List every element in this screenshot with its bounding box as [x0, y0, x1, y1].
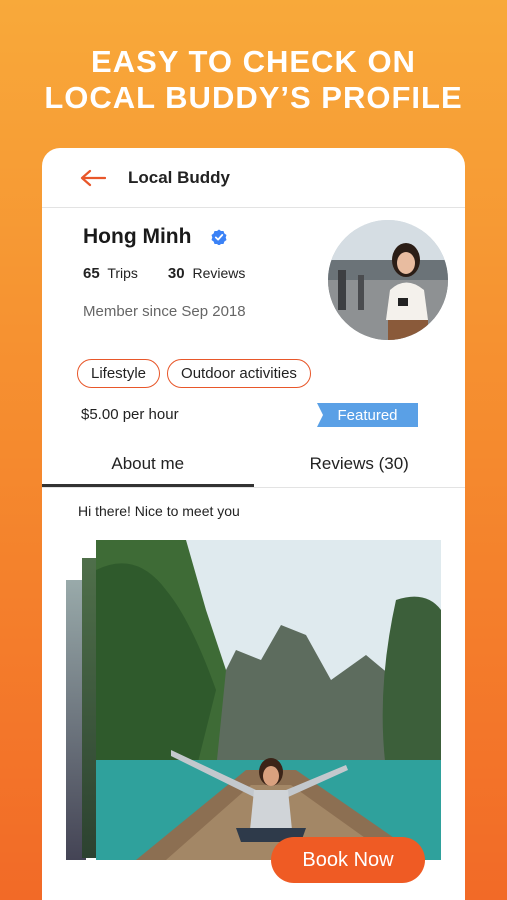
gallery-photo-image	[96, 540, 441, 860]
tab-about-me[interactable]: About me	[42, 444, 254, 487]
buddy-name: Hong Minh	[83, 225, 192, 248]
profile-card: Local Buddy Hong Minh 65 Trips 30 Review…	[42, 148, 465, 900]
member-since: Member since Sep 2018	[83, 303, 246, 320]
tab-reviews[interactable]: Reviews (30)	[254, 444, 466, 487]
gallery-photo-main[interactable]	[96, 540, 441, 860]
trips-label: Trips	[107, 265, 138, 281]
verified-badge-icon	[211, 229, 227, 245]
tag-outdoor-activities[interactable]: Outdoor activities	[167, 359, 311, 388]
name-row: Hong Minh	[83, 225, 227, 249]
reviews-stat: 30 Reviews	[168, 265, 245, 282]
tab-bar: About me Reviews (30)	[42, 444, 465, 488]
trips-count: 65	[83, 265, 100, 282]
back-arrow-icon[interactable]	[80, 169, 106, 187]
headline: EASY TO CHECK ON LOCAL BUDDY’S PROFILE	[0, 44, 507, 116]
page-title: Local Buddy	[128, 167, 231, 187]
trips-stat: 65 Trips	[83, 265, 138, 282]
photo-gallery[interactable]	[66, 540, 465, 870]
hourly-price: $5.00 per hour	[81, 406, 179, 423]
greeting-text: Hi there! Nice to meet you	[78, 503, 240, 519]
headline-line-1: EASY TO CHECK ON	[91, 44, 416, 79]
reviews-count: 30	[167, 265, 185, 282]
headline-line-2: LOCAL BUDDY’S PROFILE	[44, 80, 463, 115]
book-now-button[interactable]: Book Now	[271, 837, 425, 883]
tag-lifestyle[interactable]: Lifestyle	[77, 359, 161, 388]
tag-list: Lifestyle Outdoor activities	[77, 359, 318, 388]
reviews-label: Reviews	[192, 265, 246, 281]
stats-row: 65 Trips 30 Reviews	[83, 265, 275, 282]
avatar-photo	[328, 220, 448, 340]
featured-badge: Featured	[317, 403, 418, 427]
avatar	[328, 220, 448, 340]
top-bar: Local Buddy	[42, 148, 465, 208]
